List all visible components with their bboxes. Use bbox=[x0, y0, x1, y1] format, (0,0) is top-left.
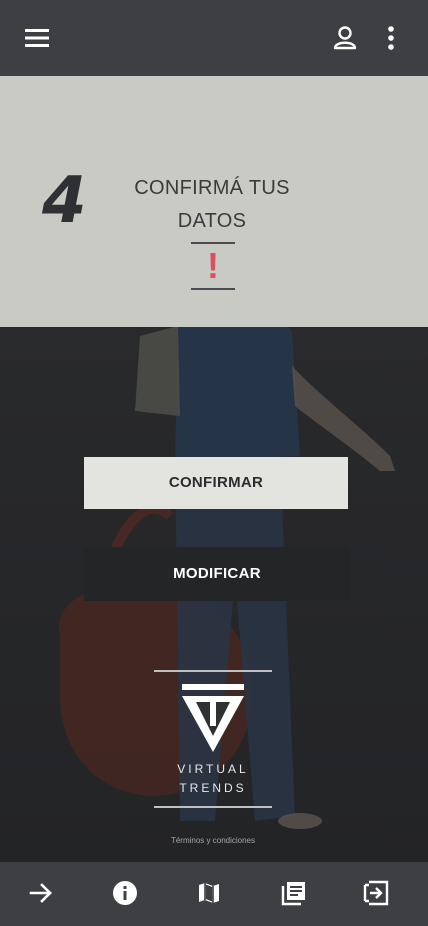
catalog-icon[interactable] bbox=[278, 878, 308, 908]
step-title: CONFIRMÁ TUS DATOS bbox=[112, 172, 312, 238]
person-icon[interactable] bbox=[331, 24, 359, 52]
bottom-nav-bar bbox=[0, 862, 428, 926]
step-title-line1: CONFIRMÁ TUS bbox=[134, 177, 290, 199]
more-vert-icon[interactable] bbox=[377, 24, 405, 52]
modify-button[interactable]: MODIFICAR bbox=[84, 547, 350, 601]
confirm-button[interactable]: CONFIRMAR bbox=[84, 457, 348, 509]
exit-icon[interactable] bbox=[361, 878, 391, 908]
map-icon[interactable] bbox=[194, 878, 224, 908]
logo-divider-top bbox=[154, 670, 272, 672]
divider-bottom bbox=[191, 288, 235, 290]
info-icon[interactable] bbox=[110, 878, 140, 908]
arrow-forward-icon[interactable] bbox=[26, 878, 56, 908]
step-number: 4 bbox=[42, 164, 87, 238]
virtual-trends-logo-icon bbox=[182, 684, 244, 752]
terms-link[interactable]: Términos y condiciones bbox=[154, 836, 272, 845]
divider-top bbox=[191, 242, 235, 244]
step-title-line2: DATOS bbox=[177, 210, 247, 232]
brand-name-line2: TRENDS bbox=[179, 781, 247, 795]
menu-icon[interactable] bbox=[23, 24, 51, 52]
alert-icon: ! bbox=[207, 245, 219, 286]
step-panel: 4 CONFIRMÁ TUS DATOS ! bbox=[0, 76, 428, 327]
logo-divider-bottom bbox=[154, 806, 272, 808]
top-app-bar bbox=[0, 0, 428, 76]
brand-name-line1: VIRTUAL bbox=[177, 762, 249, 776]
